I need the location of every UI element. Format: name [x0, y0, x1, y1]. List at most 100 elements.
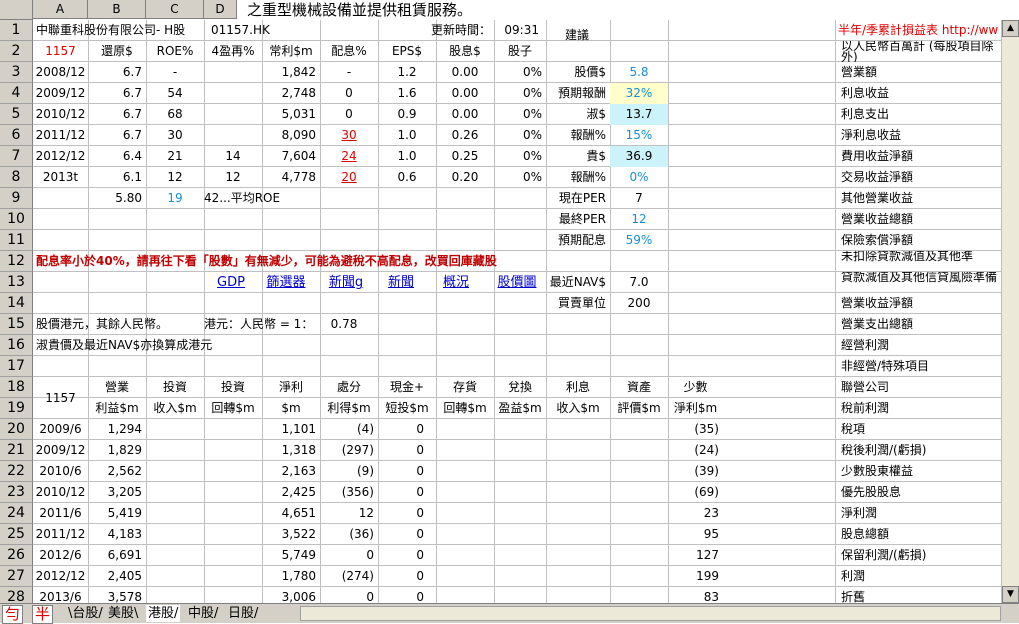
lower-op-profit: 2,405 [107, 569, 142, 583]
row-header-18[interactable]: 18 [0, 377, 33, 398]
row-header-24[interactable]: 24 [0, 503, 33, 524]
row-header-2[interactable]: 2 [0, 41, 33, 62]
tab-tw-stocks-label: 台股 [72, 606, 99, 621]
hist-cell-h: 0.00 [451, 107, 479, 121]
lower-period: 2012/12 [35, 569, 86, 583]
lower-header-top: 少數 [683, 380, 708, 394]
lower-net-profit: 3,006 [281, 590, 316, 603]
select-all-corner[interactable] [0, 0, 33, 20]
row-header-8[interactable]: 8 [0, 167, 33, 188]
spreadsheet-grid[interactable]: 中聯重科股份有限公司- H股 01157.HK 更新時間： 09:31 建議 半… [33, 20, 1001, 603]
lower-header-bottom: $m [281, 401, 301, 415]
row-header-13[interactable]: 13 [0, 272, 33, 293]
panel-label: 股價$ [574, 65, 606, 79]
link-screener[interactable]: 篩選器 [261, 272, 311, 293]
panel-label: 報酬% [570, 170, 606, 184]
tab-us-stocks[interactable]: 美股\ [106, 605, 140, 622]
panel-value: 5.8 [629, 65, 649, 79]
lower-cash: 0 [416, 548, 424, 562]
update-time-value: 09:31 [504, 23, 539, 37]
link-overview[interactable]: 概況 [436, 272, 476, 293]
hist-cell-h: 0.00 [451, 86, 479, 100]
row-header-20[interactable]: 20 [0, 419, 33, 440]
panel-label: 預期報酬 [557, 86, 606, 100]
row-header-23[interactable]: 23 [0, 482, 33, 503]
tab-hk-stocks-label: 港股 [148, 606, 175, 621]
row-header-25[interactable]: 25 [0, 524, 33, 545]
link-price-chart[interactable]: 股價圖 [489, 272, 545, 293]
lower-cash: 0 [416, 485, 424, 499]
link-news[interactable]: 新聞 [381, 272, 421, 293]
lower-cash: 0 [416, 464, 424, 478]
scroll-down-icon[interactable]: ▼ [1002, 586, 1019, 603]
lower-header-top: 現金+ [389, 380, 425, 394]
row-header-7[interactable]: 7 [0, 146, 33, 167]
hist-cell-d: 14 [225, 149, 241, 163]
column-header-bar: A B C D [0, 0, 1019, 20]
row-header-10[interactable]: 10 [0, 209, 33, 230]
hist-cell-h: 0.20 [451, 170, 479, 184]
row-header-14[interactable]: 14 [0, 293, 33, 314]
row-header-21[interactable]: 21 [0, 440, 33, 461]
column-header-d[interactable]: D [204, 0, 237, 19]
fx-label: 港元：人民幣 = 1： [204, 317, 314, 331]
column-header-c[interactable]: C [146, 0, 204, 19]
tab-tw-stocks[interactable]: \台股/ [66, 605, 105, 622]
row-header-5[interactable]: 5 [0, 104, 33, 125]
tab-jp-stocks[interactable]: 日股/ [226, 605, 260, 622]
income-item: 淨利潤 [841, 506, 878, 520]
hist-cell-yr: 2012/12 [35, 149, 86, 163]
hist-cell-g: 1.2 [397, 65, 417, 79]
row-header-22[interactable]: 22 [0, 461, 33, 482]
row-header-1[interactable]: 1 [0, 20, 33, 41]
income-statement-link[interactable]: 半年/季累計損益表 http://ww [835, 20, 998, 41]
lower-header-top: 資產 [626, 380, 651, 394]
link-news-g[interactable]: 新聞g [321, 272, 371, 293]
lower-disposal: (36) [349, 527, 374, 541]
row-header-16[interactable]: 16 [0, 335, 33, 356]
hist-cell-f: 24 [341, 149, 357, 163]
income-item: 營業額 [841, 65, 878, 79]
nav-last-sheet[interactable]: 半 [32, 605, 54, 624]
header-dividend: 股息$ [449, 44, 481, 58]
lower-header-top: 處分 [336, 380, 361, 394]
row-header-11[interactable]: 11 [0, 230, 33, 251]
hist-cell-i: 0% [522, 86, 542, 100]
hist-cell-e: 4,778 [281, 170, 316, 184]
income-item: 利息收益 [841, 86, 890, 100]
tab-us-stocks-label: 美股 [108, 606, 135, 621]
row-header-19[interactable]: 19 [0, 398, 33, 419]
tab-hk-stocks[interactable]: 港股/ [146, 605, 181, 622]
panel-value: 59% [625, 233, 653, 247]
row-header-12[interactable]: 12 [0, 251, 33, 272]
lower-minority: 23 [703, 506, 719, 520]
hist-cell-e: 5,031 [281, 107, 316, 121]
income-item: 稅前利潤 [841, 401, 890, 415]
tab-cn-stocks[interactable]: 中股/ [186, 605, 220, 622]
lower-period: 2009/12 [35, 443, 86, 457]
row-header-6[interactable]: 6 [0, 125, 33, 146]
row-header-9[interactable]: 9 [0, 188, 33, 209]
link-gdp[interactable]: GDP [211, 272, 251, 293]
row-header-27[interactable]: 27 [0, 566, 33, 587]
income-item: 以人民幣百萬計 (每股項目除外) [841, 41, 994, 62]
hist-cell-d [204, 83, 262, 104]
lower-header-top: 兌換 [507, 380, 532, 394]
row-header-17[interactable]: 17 [0, 356, 33, 377]
hist-cell-d [204, 104, 262, 125]
row-header-3[interactable]: 3 [0, 62, 33, 83]
avg-restored-price: 5.80 [115, 191, 142, 205]
row-header-4[interactable]: 4 [0, 83, 33, 104]
row-header-26[interactable]: 26 [0, 545, 33, 566]
column-header-a[interactable]: A [33, 0, 88, 19]
panel-label: 淑$ [586, 107, 606, 121]
nav-first-sheet[interactable]: 勻 [2, 605, 24, 624]
lower-cash: 0 [416, 569, 424, 583]
lower-header-bottom: 回轉$m [211, 401, 255, 415]
column-header-b[interactable]: B [88, 0, 146, 19]
vertical-scrollbar[interactable]: ▲ ▼ [1001, 20, 1019, 603]
row-header-15[interactable]: 15 [0, 314, 33, 335]
horizontal-scrollbar[interactable] [300, 606, 1001, 621]
scroll-up-icon[interactable]: ▲ [1002, 20, 1019, 37]
lower-disposal: 0 [366, 590, 374, 603]
